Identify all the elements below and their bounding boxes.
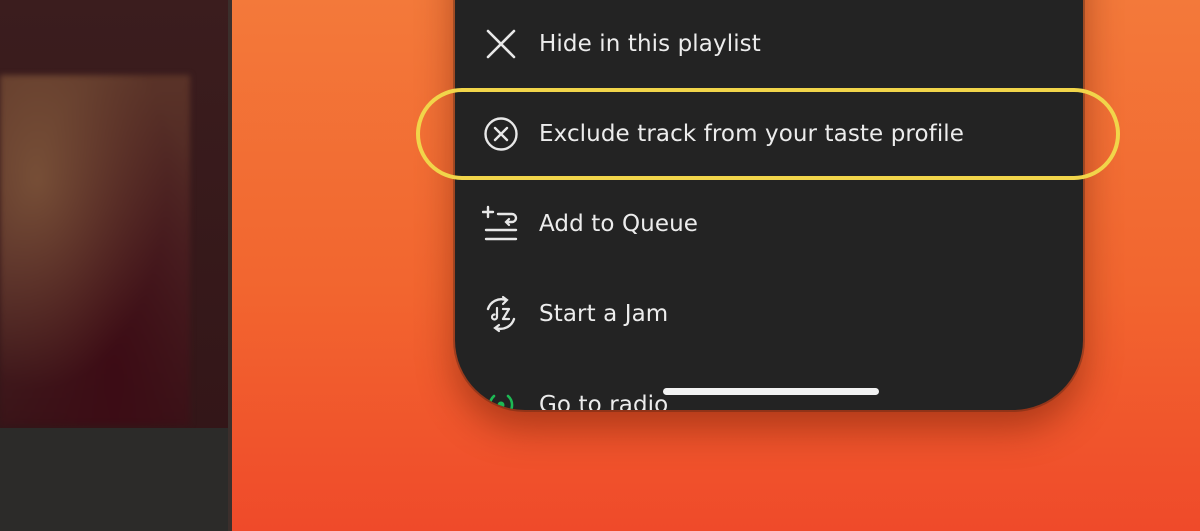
background-phone-footer <box>0 428 228 531</box>
context-menu: Hide in this playlist Exclude track from… <box>455 0 1083 410</box>
menu-item-start-a-jam[interactable]: Start a Jam <box>455 274 1083 354</box>
menu-item-add-to-queue[interactable]: Add to Queue <box>455 184 1083 264</box>
menu-item-label: Hide in this playlist <box>539 31 761 57</box>
radio-icon <box>481 385 521 410</box>
phone-screen: Hide in this playlist Exclude track from… <box>455 0 1083 410</box>
menu-item-hide-in-playlist[interactable]: Hide in this playlist <box>455 4 1083 84</box>
jam-icon <box>481 294 521 334</box>
menu-item-label: Go to radio <box>539 392 669 410</box>
circle-x-icon <box>481 114 521 154</box>
album-art <box>0 75 190 425</box>
background-phone <box>0 0 232 531</box>
menu-item-label: Exclude track from your taste profile <box>539 121 965 147</box>
add-to-queue-icon <box>481 204 521 244</box>
menu-item-label: Add to Queue <box>539 211 698 237</box>
close-x-icon <box>481 24 521 64</box>
home-indicator[interactable] <box>663 388 879 395</box>
menu-item-exclude-from-taste-profile[interactable]: Exclude track from your taste profile <box>455 94 1083 174</box>
menu-item-label: Start a Jam <box>539 301 669 327</box>
